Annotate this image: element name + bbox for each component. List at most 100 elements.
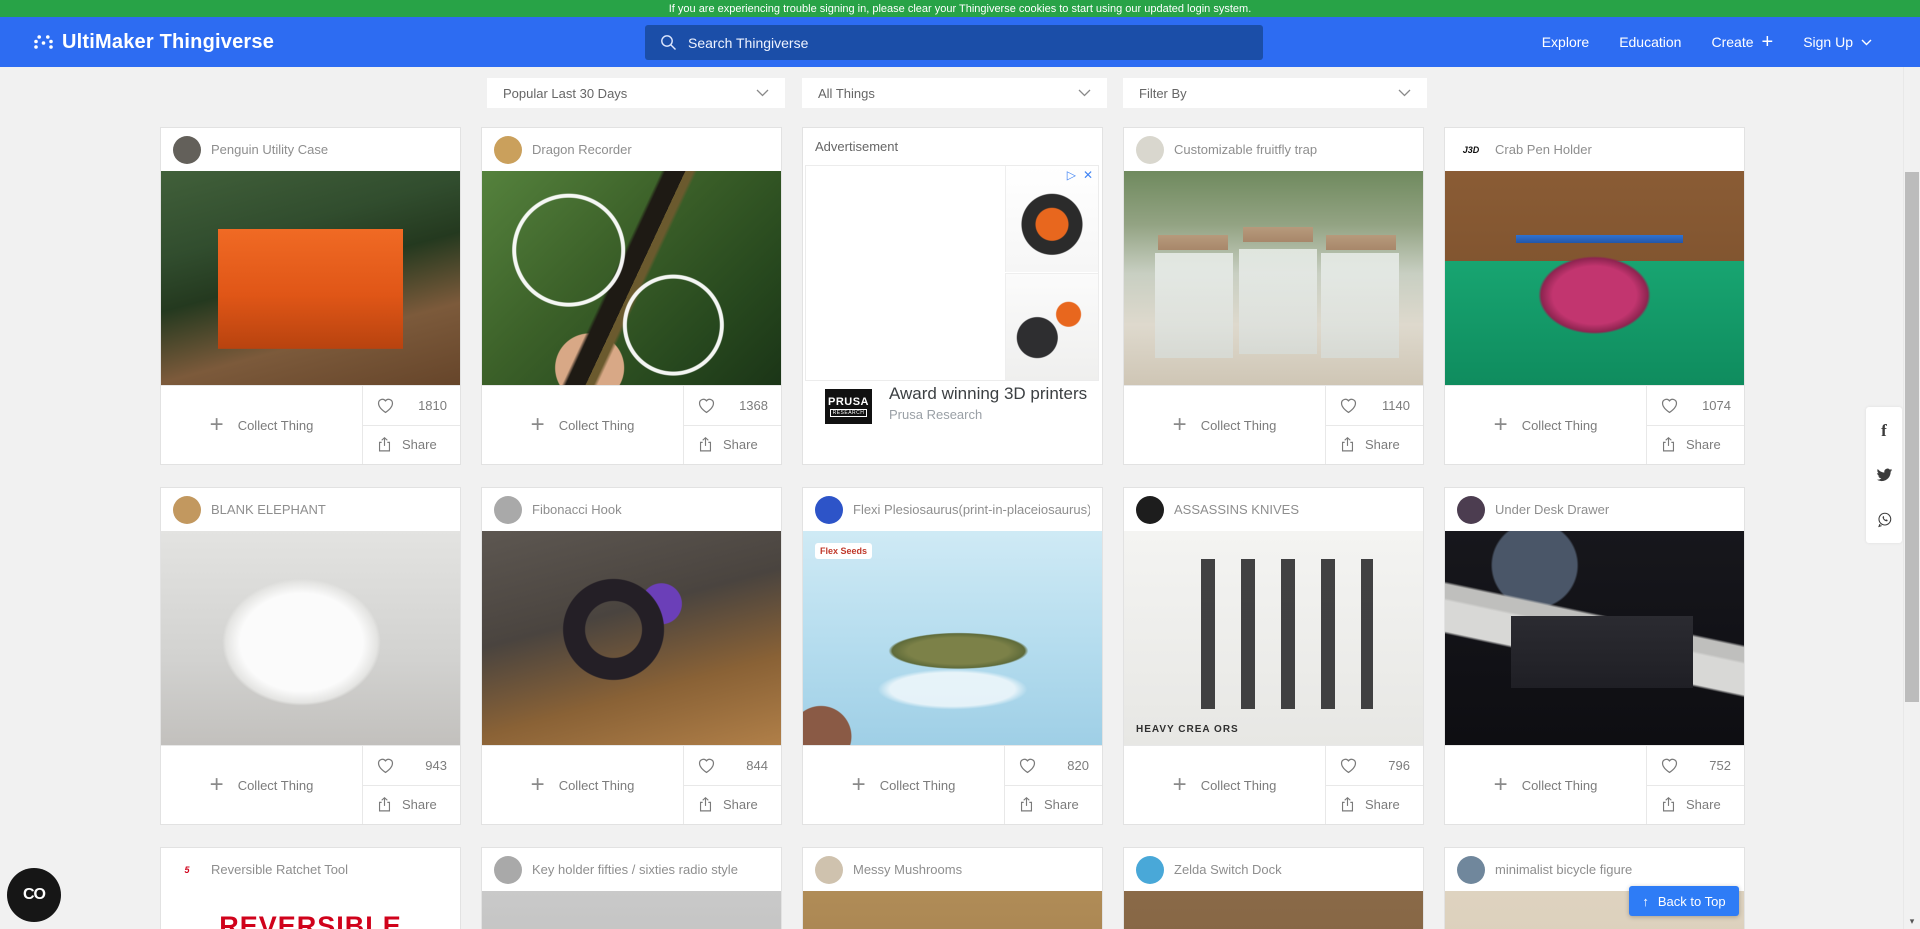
scrollbar-down-arrow[interactable]: ▾	[1904, 916, 1920, 927]
thing-title[interactable]: Customizable fruitfly trap	[1174, 142, 1317, 157]
thing-image[interactable]	[161, 531, 460, 745]
share-button[interactable]: Share	[363, 786, 460, 825]
share-button[interactable]: Share	[1647, 786, 1744, 825]
nav-explore[interactable]: Explore	[1542, 34, 1589, 50]
thing-title[interactable]: Penguin Utility Case	[211, 142, 328, 157]
collect-thing-button[interactable]: + Collect Thing	[1124, 386, 1326, 464]
collect-thing-button[interactable]: + Collect Thing	[161, 386, 363, 464]
share-button[interactable]: Share	[1326, 426, 1423, 465]
like-button[interactable]: 1810	[363, 386, 460, 426]
share-button[interactable]: Share	[1005, 786, 1102, 825]
thing-title[interactable]: minimalist bicycle figure	[1495, 862, 1632, 877]
nav-education[interactable]: Education	[1619, 34, 1681, 50]
avatar[interactable]	[815, 856, 843, 884]
nav-links: Explore Education Create+ Sign Up	[1542, 17, 1872, 67]
like-button[interactable]: 1368	[684, 386, 781, 426]
thing-image[interactable]: HEAVY CREA ORS	[1124, 531, 1423, 745]
chevron-down-icon	[1398, 89, 1411, 97]
like-button[interactable]: 820	[1005, 746, 1102, 786]
thing-title[interactable]: ASSASSINS KNIVES	[1174, 502, 1299, 517]
heart-icon	[1660, 397, 1679, 414]
sort-dropdown[interactable]: Popular Last 30 Days	[487, 78, 785, 108]
collect-thing-button[interactable]: + Collect Thing	[482, 746, 684, 824]
card-header: ASSASSINS KNIVES	[1124, 488, 1423, 531]
share-button[interactable]: Share	[684, 426, 781, 465]
thing-title[interactable]: Crab Pen Holder	[1495, 142, 1592, 157]
category-dropdown[interactable]: All Things	[802, 78, 1107, 108]
avatar[interactable]: J3D	[1457, 136, 1485, 164]
avatar[interactable]	[494, 136, 522, 164]
advertiser-logo[interactable]: PRUSA RESEARCH	[825, 389, 872, 424]
avatar[interactable]	[1457, 496, 1485, 524]
thing-title[interactable]: Reversible Ratchet Tool	[211, 862, 348, 877]
avatar[interactable]	[173, 496, 201, 524]
collect-thing-button[interactable]: + Collect Thing	[1445, 386, 1647, 464]
thing-image[interactable]	[1445, 531, 1744, 745]
whatsapp-icon[interactable]	[1876, 511, 1893, 527]
avatar[interactable]	[494, 496, 522, 524]
like-button[interactable]: 844	[684, 746, 781, 786]
like-button[interactable]: 796	[1326, 746, 1423, 786]
share-icon	[1018, 796, 1035, 813]
like-button[interactable]: 1074	[1647, 386, 1744, 426]
ad-close-icon[interactable]: ✕	[1083, 169, 1093, 181]
thing-image[interactable]	[482, 891, 781, 929]
thing-title[interactable]: BLANK ELEPHANT	[211, 502, 326, 517]
thing-title[interactable]: Flexi Plesiosaurus(print-in-placeiosauru…	[853, 502, 1090, 517]
collect-thing-button[interactable]: + Collect Thing	[161, 746, 363, 824]
thing-title[interactable]: Fibonacci Hook	[532, 502, 622, 517]
plus-icon: +	[1173, 773, 1187, 797]
nav-signup[interactable]: Sign Up	[1803, 34, 1872, 50]
avatar[interactable]	[815, 496, 843, 524]
avatar[interactable]	[173, 136, 201, 164]
collect-thing-button[interactable]: + Collect Thing	[1124, 746, 1326, 824]
card-header: minimalist bicycle figure	[1445, 848, 1744, 891]
share-button[interactable]: Share	[1647, 426, 1744, 465]
share-button[interactable]: Share	[684, 786, 781, 825]
thing-title[interactable]: Zelda Switch Dock	[1174, 862, 1282, 877]
nav-create[interactable]: Create+	[1711, 32, 1773, 52]
brand-logo[interactable]: UltiMaker Thingiverse	[34, 17, 274, 67]
avatar[interactable]	[1136, 496, 1164, 524]
plus-icon: +	[531, 413, 545, 437]
avatar[interactable]	[1136, 136, 1164, 164]
thing-image[interactable]	[1124, 171, 1423, 385]
share-button[interactable]: Share	[363, 426, 460, 465]
thing-image[interactable]	[161, 171, 460, 385]
back-to-top-button[interactable]: ↑ Back to Top	[1629, 886, 1739, 916]
thing-image[interactable]	[803, 891, 1102, 929]
share-button[interactable]: Share	[1326, 786, 1423, 825]
like-count: 752	[1709, 758, 1731, 773]
thing-image[interactable]: Flex Seeds	[803, 531, 1102, 745]
avatar[interactable]	[494, 856, 522, 884]
scrollbar-thumb[interactable]	[1905, 172, 1919, 702]
adchoices-icon[interactable]: ▷	[1067, 169, 1076, 181]
search-input[interactable]	[688, 35, 1248, 51]
collect-thing-button[interactable]: + Collect Thing	[1445, 746, 1647, 824]
avatar[interactable]	[1457, 856, 1485, 884]
chevron-down-icon	[1861, 39, 1872, 46]
thing-image[interactable]	[482, 171, 781, 385]
like-button[interactable]: 1140	[1326, 386, 1423, 426]
ad-headline[interactable]: Award winning 3D printers	[889, 384, 1087, 404]
cookie-consent-button[interactable]: CO	[7, 868, 61, 922]
thing-image[interactable]	[1445, 171, 1744, 385]
thing-title[interactable]: Key holder fifties / sixties radio style	[532, 862, 738, 877]
facebook-icon[interactable]: f	[1881, 423, 1887, 439]
thing-image[interactable]	[1124, 891, 1423, 929]
like-button[interactable]: 943	[363, 746, 460, 786]
thing-title[interactable]: Under Desk Drawer	[1495, 502, 1609, 517]
thing-title[interactable]: Dragon Recorder	[532, 142, 632, 157]
thing-image[interactable]: REVERSIBLE	[161, 891, 460, 929]
thing-title[interactable]: Messy Mushrooms	[853, 862, 962, 877]
thing-image[interactable]	[482, 531, 781, 745]
avatar[interactable]: 5	[173, 856, 201, 884]
filter-by-dropdown[interactable]: Filter By	[1123, 78, 1427, 108]
collect-thing-button[interactable]: + Collect Thing	[482, 386, 684, 464]
avatar[interactable]	[1136, 856, 1164, 884]
twitter-icon[interactable]	[1876, 467, 1893, 483]
ad-banner-image[interactable]: ▷ ✕	[805, 165, 1099, 381]
like-button[interactable]: 752	[1647, 746, 1744, 786]
thing-card: BLANK ELEPHANT + Collect Thing 943	[160, 487, 461, 825]
collect-thing-button[interactable]: + Collect Thing	[803, 746, 1005, 824]
